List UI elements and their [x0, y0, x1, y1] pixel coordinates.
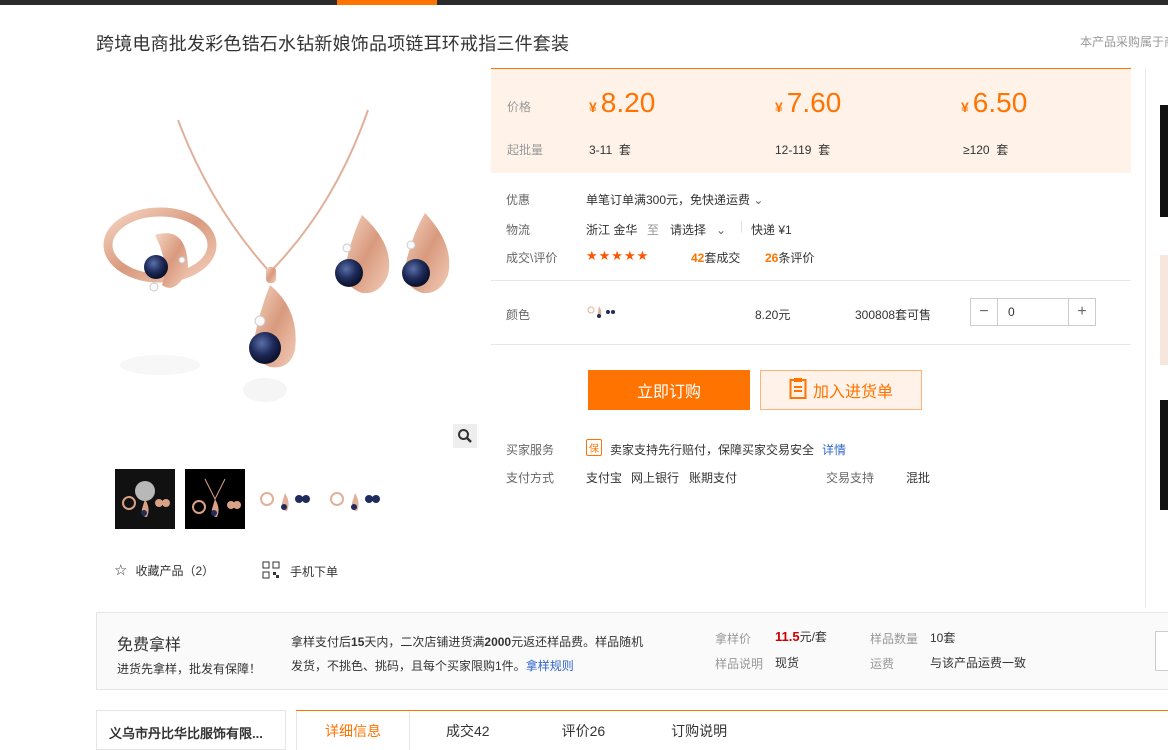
chevron-down-icon: ⌄ [753, 193, 764, 207]
tier-price: ¥7.60 [775, 87, 842, 118]
top-nav-active-indicator [337, 0, 437, 5]
plus-button[interactable]: + [1068, 299, 1095, 325]
top-nav-bar [0, 0, 1168, 5]
tier-range: ≥120 套 [963, 143, 1009, 157]
express-fee: 快递 ¥1 [751, 223, 792, 237]
shipping-label: 运费 [870, 657, 895, 671]
payment-method: 账期支付 [689, 471, 738, 485]
buyer-service-details-link[interactable]: 详情 [822, 441, 846, 458]
sample-qty: 10套 [930, 631, 956, 645]
related-product-image[interactable] [1160, 400, 1168, 510]
tier-range: 12-119 套 [775, 143, 831, 157]
star-outline-icon: ☆ [114, 562, 128, 579]
related-product-image[interactable] [1160, 105, 1168, 217]
guarantee-badge-icon: 保 [586, 439, 602, 456]
price-box: 价格 起批量 ¥8.20 3-11 套 ¥7.60 12-119 套 ¥6.50… [491, 68, 1131, 173]
thumbnail-strip [115, 469, 385, 529]
promo-label: 优惠 [506, 193, 531, 207]
zoom-icon[interactable] [453, 424, 477, 448]
tier-price: ¥6.50 [961, 87, 1028, 118]
favorite-label: 收藏产品（2） [135, 563, 215, 578]
free-sample-title: 免费拿样 [117, 637, 182, 654]
tab-details[interactable]: 详细信息 [296, 711, 410, 750]
sample-qty-label: 样品数量 [870, 632, 919, 646]
favorite-product-button[interactable]: ☆ 收藏产品（2） [114, 561, 214, 579]
free-sample-panel: 免费拿样 进货先拿样，批发有保障！ 拿样支付后15天内，二次店铺进货满2000元… [96, 612, 1168, 690]
rating-stars: ★★★★★ [586, 248, 650, 263]
deals-count[interactable]: 42套成交 [691, 249, 740, 266]
divider-bar: | [740, 219, 744, 233]
tier-price: ¥8.20 [589, 87, 656, 118]
qr-code-icon [262, 561, 280, 582]
free-sample-subtitle: 进货先拿样，批发有保障！ [117, 662, 262, 676]
chevron-down-icon: ⌄ [716, 223, 727, 237]
logistics-label: 物流 [506, 223, 531, 237]
payment-label: 支付方式 [506, 471, 555, 485]
thumbnail-image[interactable] [115, 469, 175, 529]
quantity-stepper: − 0 + [970, 298, 1096, 326]
buyer-service-label: 买家服务 [506, 443, 555, 457]
trade-support-value: 混批 [906, 471, 931, 485]
price-label: 价格 [507, 100, 532, 114]
get-sample-button[interactable] [1155, 631, 1168, 671]
sku-price: 8.20元 [755, 308, 791, 322]
tier-range: 3-11 套 [589, 143, 631, 157]
promo-dropdown[interactable]: 单笔订单满300元，免快递运费 ⌄ [586, 191, 763, 208]
thumbnail-image[interactable] [255, 469, 315, 529]
shipping-value: 与该产品运费一致 [930, 656, 1027, 670]
trade-support-label: 交易支持 [826, 471, 875, 485]
deals-reviews-label: 成交\评价 [506, 251, 558, 265]
payment-method: 支付宝 [586, 471, 623, 485]
add-to-cart-button[interactable]: 加入进货单 [760, 370, 922, 410]
sample-note-label: 样品说明 [715, 657, 764, 671]
color-swatch[interactable] [585, 298, 617, 329]
detail-tabs: 详细信息 成交42 评价26 订购说明 [296, 710, 1168, 750]
tab-reviews[interactable]: 评价26 [562, 711, 606, 750]
clipboard-icon [789, 377, 807, 404]
divider [491, 344, 1131, 345]
divider [491, 280, 1131, 281]
quantity-input[interactable]: 0 [998, 299, 1068, 325]
mobile-order-button[interactable]: 手机下单 [262, 561, 338, 582]
moq-label: 起批量 [507, 143, 544, 157]
color-label: 颜色 [506, 308, 531, 322]
thumbnail-image[interactable] [185, 469, 245, 529]
main-product-image[interactable] [100, 95, 480, 455]
mobile-order-label: 手机下单 [290, 565, 339, 579]
origin-location: 浙江 金华 [586, 223, 638, 237]
destination-select[interactable]: 请选择 ⌄ [670, 221, 726, 238]
add-to-cart-label: 加入进货单 [812, 384, 893, 401]
buyer-service-text: 卖家支持先行赔付，保障买家交易安全 [610, 443, 815, 457]
thumbnail-image[interactable] [325, 469, 385, 529]
sku-stock: 300808套可售 [855, 308, 932, 322]
buy-now-button[interactable]: 立即订购 [588, 370, 750, 410]
minus-button[interactable]: − [971, 299, 998, 325]
company-name[interactable]: 义乌市丹比华比服饰有限... [96, 710, 286, 750]
related-product-image[interactable] [1160, 255, 1168, 365]
product-title: 跨境电商批发彩色锆石水钻新娘饰品项链耳环戒指三件套装 [96, 34, 570, 54]
sample-price-label: 拿样价 [715, 632, 752, 646]
tab-order-instructions[interactable]: 订购说明 [671, 711, 727, 750]
procurement-notice: 本产品采购属于商 [1080, 35, 1168, 49]
to-label: 至 [647, 223, 660, 237]
sample-price: 11.5元/套 [775, 629, 827, 644]
reviews-count[interactable]: 26条评价 [765, 249, 814, 266]
tab-deals[interactable]: 成交42 [446, 711, 490, 750]
sidebar-divider [1145, 68, 1146, 608]
free-sample-description: 拿样支付后15天内，二次店铺进货满2000元返还样品费。样品随机发货，不挑色、挑… [291, 635, 644, 673]
sample-rules-link[interactable]: 拿样规则 [526, 659, 574, 673]
payment-method: 网上银行 [631, 471, 680, 485]
sample-note: 现货 [775, 656, 800, 670]
